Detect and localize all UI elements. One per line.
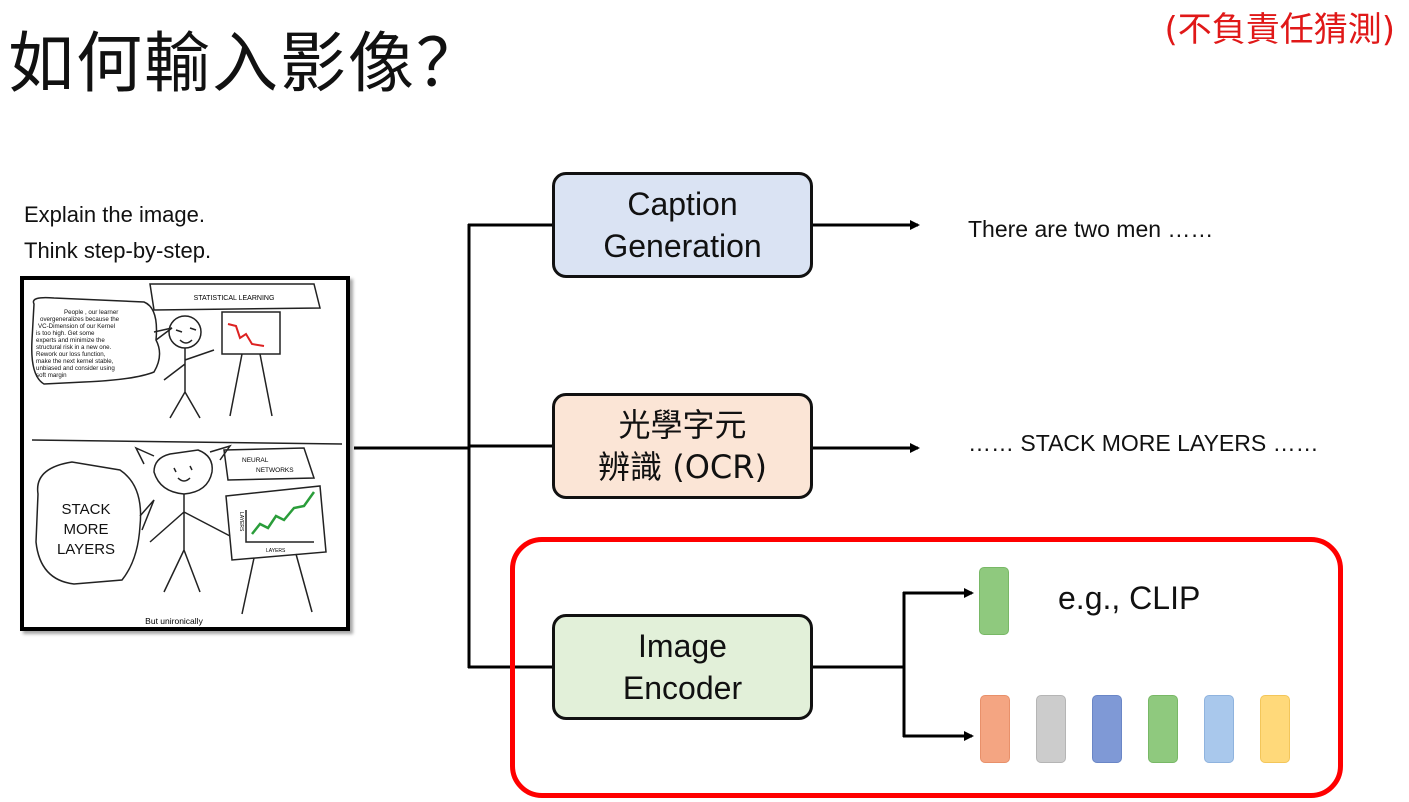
- clip-label: e.g., CLIP: [1058, 580, 1201, 616]
- embedding-token: [1036, 695, 1066, 763]
- caption-box-line-1: Caption: [627, 186, 738, 222]
- caption-generation-box: Caption Generation: [552, 172, 813, 278]
- caption-output-text: There are two men ……: [968, 216, 1214, 242]
- embedding-token: [1148, 695, 1178, 763]
- clip-token: [979, 567, 1009, 635]
- embedding-token: [1092, 695, 1122, 763]
- ocr-box-line-2: 辨識 (OCR): [598, 448, 767, 486]
- ocr-box: 光學字元 辨識 (OCR): [552, 393, 813, 499]
- embedding-token: [1260, 695, 1290, 763]
- embedding-token: [1204, 695, 1234, 763]
- encoder-box-line-2: Encoder: [622, 670, 743, 706]
- embedding-token: [980, 695, 1010, 763]
- image-encoder-box: Image Encoder: [552, 614, 813, 720]
- caption-box-line-2: Generation: [603, 228, 762, 264]
- ocr-box-line-1: 光學字元: [618, 406, 747, 444]
- encoder-box-line-1: Image: [638, 628, 727, 664]
- ocr-output-text: …… STACK MORE LAYERS ……: [968, 430, 1319, 456]
